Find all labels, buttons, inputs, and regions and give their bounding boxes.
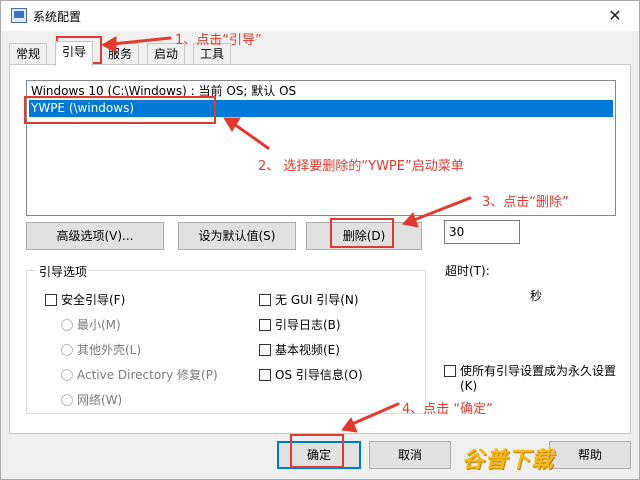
timeout-label: 超时(T):	[445, 264, 490, 278]
minimal-label: 最小(M)	[77, 318, 121, 332]
active-directory-label: Active Directory 修复(P)	[77, 368, 218, 382]
network-radio[interactable]	[61, 394, 73, 406]
safe-boot-checkbox[interactable]	[45, 294, 57, 306]
annotation-step1: 1、点击“引导”	[175, 33, 262, 48]
network-label: 网络(W)	[77, 393, 123, 407]
os-boot-info-label: OS 引导信息(O)	[275, 368, 363, 382]
ok-button[interactable]: 确定	[277, 441, 361, 469]
base-video-label: 基本视频(E)	[275, 343, 340, 357]
alternate-shell-radio[interactable]	[61, 344, 73, 356]
tab-general[interactable]: 常规	[9, 43, 48, 65]
boot-tab-panel: Windows 10 (C:\Windows) : 当前 OS; 默认 OS Y…	[9, 64, 631, 434]
watermark-logo: 谷普下载	[462, 448, 555, 473]
annotation-step2: 2、 选择要删除的“YWPE”启动菜单	[258, 159, 464, 174]
boot-options-title: 引导选项	[37, 263, 90, 280]
safe-boot-option[interactable]: 安全引导(F)	[45, 292, 125, 308]
active-directory-radio[interactable]	[61, 369, 73, 381]
set-default-button[interactable]: 设为默认值(S)	[178, 222, 296, 250]
tab-services[interactable]: 服务	[101, 43, 140, 65]
system-config-window: 系统配置 ✕ 常规 引导 服务 启动 工具 Windows 10 (C:\Win…	[0, 0, 640, 480]
safe-boot-label: 安全引导(F)	[61, 293, 126, 307]
no-gui-option[interactable]: 无 GUI 引导(N)	[259, 292, 359, 308]
alternate-shell-option[interactable]: 其他外壳(L)	[61, 342, 141, 358]
permanent-option[interactable]: 使所有引导设置成为永久设置	[444, 363, 616, 379]
no-gui-checkbox[interactable]	[259, 294, 271, 306]
minimal-radio[interactable]	[61, 319, 73, 331]
permanent-checkbox[interactable]	[444, 365, 456, 377]
app-icon	[11, 8, 27, 23]
active-directory-option[interactable]: Active Directory 修复(P)	[61, 367, 218, 383]
boot-options-group: 引导选项 安全引导(F) 最小(M) 其他外壳(L) Active Direct…	[26, 263, 426, 414]
window-title: 系统配置	[33, 10, 82, 24]
boot-log-checkbox[interactable]	[259, 319, 271, 331]
os-list-item-selected[interactable]: YWPE (\windows)	[29, 100, 613, 117]
boot-log-label: 引导日志(B)	[275, 318, 341, 332]
minimal-option[interactable]: 最小(M)	[61, 317, 121, 333]
title-bar: 系统配置 ✕	[1, 1, 639, 31]
os-boot-info-option[interactable]: OS 引导信息(O)	[259, 367, 363, 383]
annotation-step4: 4、点击 “确定”	[402, 402, 493, 417]
alternate-shell-label: 其他外壳(L)	[77, 343, 142, 357]
base-video-checkbox[interactable]	[259, 344, 271, 356]
help-button[interactable]: 帮助	[549, 441, 631, 469]
tab-boot[interactable]: 引导	[55, 41, 94, 66]
permanent-label: 使所有引导设置成为永久设置	[460, 364, 617, 378]
network-option[interactable]: 网络(W)	[61, 392, 122, 408]
permanent-label-shortcut: (K)	[460, 379, 478, 393]
os-list-item[interactable]: Windows 10 (C:\Windows) : 当前 OS; 默认 OS	[29, 83, 613, 100]
os-boot-info-checkbox[interactable]	[259, 369, 271, 381]
delete-button[interactable]: 删除(D)	[306, 222, 422, 250]
timeout-input[interactable]: 30	[444, 220, 520, 244]
base-video-option[interactable]: 基本视频(E)	[259, 342, 340, 358]
advanced-options-button[interactable]: 高级选项(V)...	[26, 222, 164, 250]
close-button[interactable]: ✕	[597, 3, 633, 29]
annotation-step3: 3、点击“删除”	[482, 195, 569, 210]
timeout-unit: 秒	[530, 289, 543, 303]
no-gui-label: 无 GUI 引导(N)	[275, 293, 359, 307]
cancel-button[interactable]: 取消	[369, 441, 451, 469]
boot-log-option[interactable]: 引导日志(B)	[259, 317, 341, 333]
